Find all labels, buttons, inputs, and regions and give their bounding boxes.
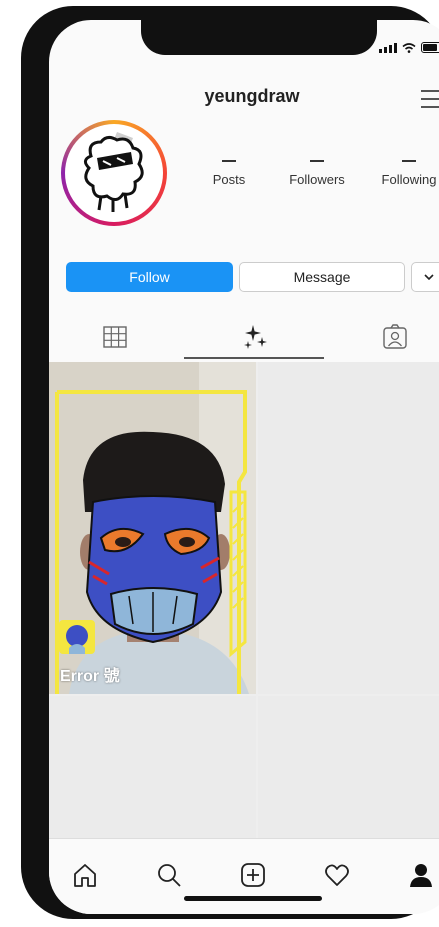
home-icon[interactable] [71, 861, 99, 889]
stat-posts-label: Posts [212, 171, 246, 187]
menu-icon[interactable] [421, 90, 439, 108]
home-indicator [184, 896, 322, 901]
avatar-image [65, 124, 163, 222]
stat-followers-label: Followers [289, 171, 345, 187]
stat-posts-value [222, 160, 236, 162]
effects-grid: Error 號 [49, 362, 439, 838]
notch [141, 20, 377, 55]
profile-tabs [49, 315, 439, 360]
stat-followers-value [310, 160, 324, 162]
empty-grid-cell [49, 696, 256, 838]
follow-button[interactable]: Follow [66, 262, 233, 292]
profile-icon[interactable] [407, 861, 435, 889]
phone-frame: yeungdraw Posts Followers Following Foll… [21, 6, 439, 919]
battery-icon [421, 42, 439, 53]
add-post-icon[interactable] [239, 861, 267, 889]
suggested-dropdown-button[interactable] [411, 262, 439, 292]
chevron-down-icon [424, 274, 434, 280]
stat-following-label: Following [381, 171, 437, 187]
sheep-illustration-icon [84, 132, 144, 212]
tagged-person-icon[interactable] [381, 323, 409, 351]
stat-posts[interactable]: Posts [199, 160, 259, 187]
profile-stats: Posts Followers Following [199, 160, 439, 210]
app-screen: yeungdraw Posts Followers Following Foll… [49, 20, 439, 914]
empty-grid-cell [258, 696, 439, 838]
grid-icon[interactable] [101, 323, 129, 351]
wifi-icon [402, 43, 416, 53]
signal-icon [379, 43, 397, 53]
stat-followers[interactable]: Followers [277, 160, 357, 187]
stat-following[interactable]: Following [369, 160, 439, 187]
search-icon[interactable] [155, 861, 183, 889]
status-bar [379, 42, 439, 53]
bottom-navigation [49, 838, 439, 914]
profile-username: yeungdraw [204, 86, 300, 106]
active-tab-indicator [184, 357, 324, 359]
heart-icon[interactable] [323, 861, 351, 889]
empty-grid-cell [258, 362, 439, 694]
message-button[interactable]: Message [239, 262, 405, 292]
effect-name-label: Error 號 [60, 668, 120, 685]
effect-preview-image [49, 362, 256, 694]
sparkles-icon[interactable] [241, 323, 269, 351]
effect-post-tile[interactable]: Error 號 [49, 362, 256, 694]
stat-following-value [402, 160, 416, 162]
avatar[interactable] [61, 120, 167, 226]
